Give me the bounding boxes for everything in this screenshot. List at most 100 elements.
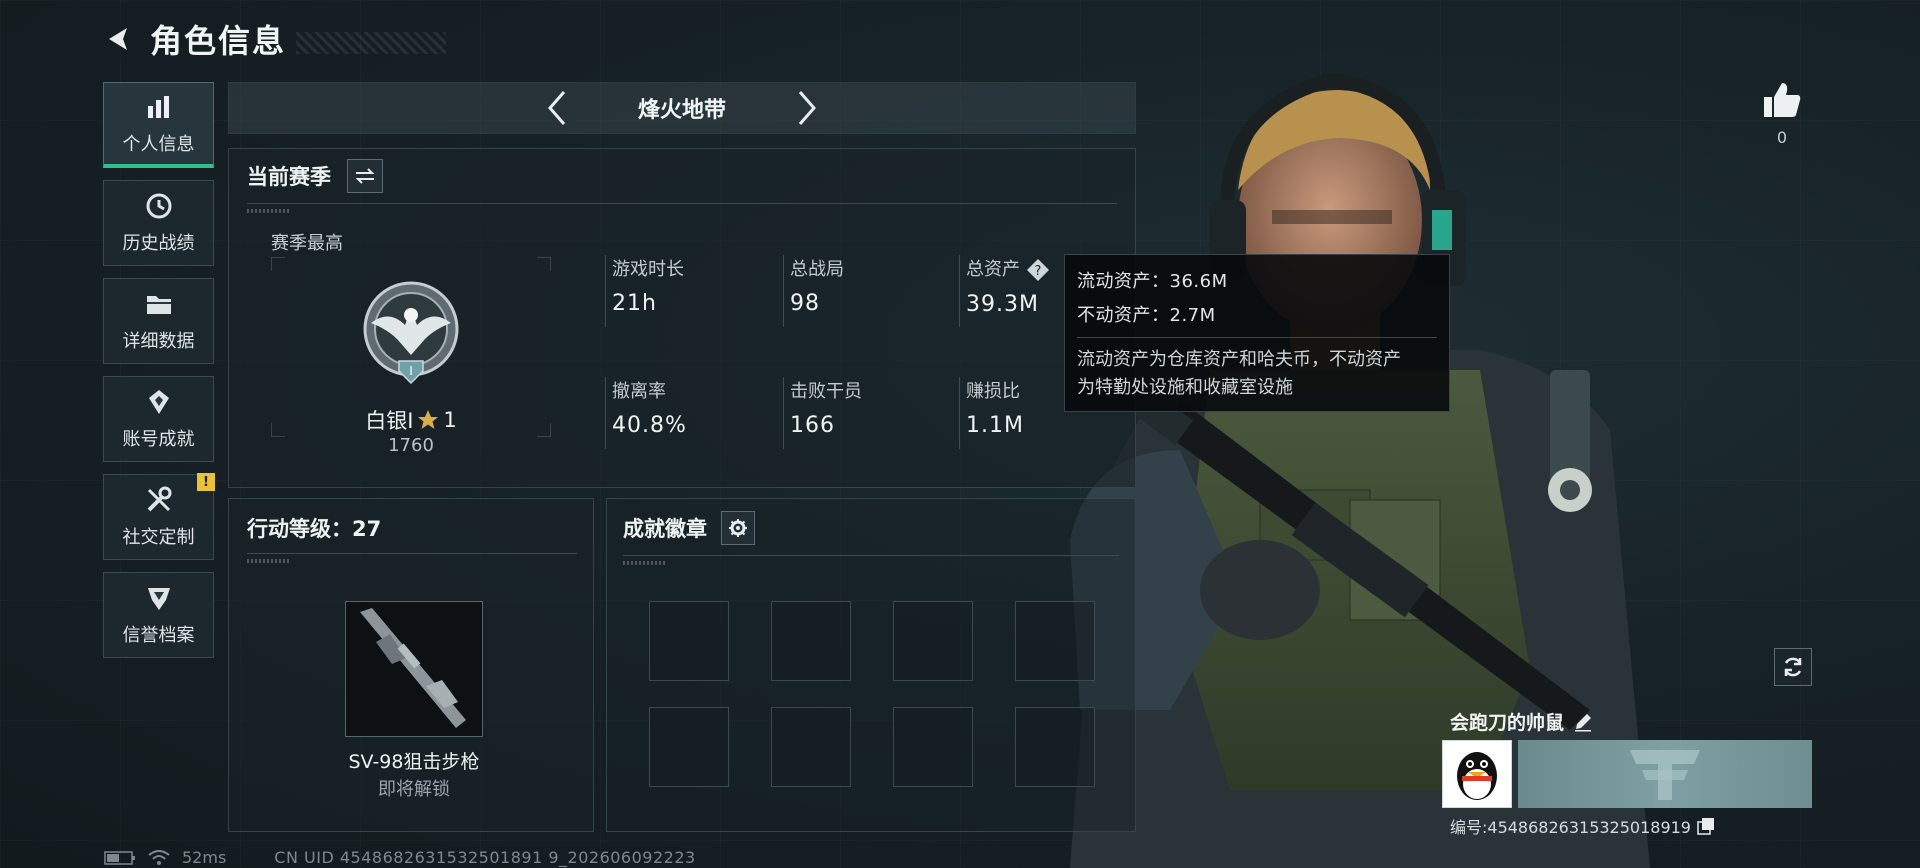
sidebar-item-label: 详细数据 [122,331,195,352]
sidebar-item-label: 社交定制 [122,527,195,548]
swap-icon [355,168,375,184]
sidebar-item-achievements[interactable]: 账号成就 [103,376,214,462]
rank-name-row: 白银I 1 [361,405,461,435]
svg-text:?: ? [1034,264,1041,279]
weapon-reward-card[interactable] [345,601,483,737]
badge-slot[interactable] [1015,601,1095,681]
assets-tooltip: 流动资产：36.6M 不动资产：2.7M 流动资产为仓库资产和哈夫币，不动资产 … [1064,254,1450,412]
refresh-button[interactable] [1774,648,1812,686]
action-level-title: 行动等级：27 [247,517,382,541]
season-title: 当前赛季 [247,165,331,189]
stat-label: 游戏时长 [612,259,684,280]
stat-value: 40.8% [612,413,687,438]
bar-chart-icon [144,92,174,122]
sidebar-item-personal-info[interactable]: 个人信息 [103,82,214,168]
action-level-panel: 行动等级：27 SV-98狙击步枪 即将解锁 [228,498,594,832]
star-icon [418,410,439,429]
tooltip-divider [1077,337,1437,338]
badge-slot[interactable] [1015,707,1095,787]
stat-play-time: 游戏时长 21h [605,255,684,327]
weapon-unlock-status: 即将解锁 [378,779,450,800]
edit-name-button[interactable] [1572,711,1594,733]
copy-icon [1697,818,1714,835]
stat-value: 166 [790,413,835,438]
player-id: 编号:4548682631532501891​9 [1450,818,1691,837]
thumbs-up-icon [1764,83,1801,117]
stat-label: 击败干员 [790,381,862,402]
notification-badge: ! [197,473,215,491]
history-clock-icon [144,191,174,221]
sidebar-item-label: 历史战绩 [122,233,195,254]
pencil-icon [1575,713,1592,731]
hatch-decoration [247,209,291,213]
shield-icon [144,583,174,613]
copy-id-button[interactable] [1697,817,1715,835]
refresh-icon [1784,657,1802,677]
stat-label: 撤离率 [612,381,666,402]
stat-value: 21h [612,291,657,316]
chevron-right-icon [798,91,816,125]
avatar[interactable] [1442,740,1512,808]
badge-slot[interactable] [893,707,973,787]
stat-label: 赚损比 [966,381,1020,402]
section-divider [247,553,577,554]
help-icon[interactable]: ? [1026,258,1050,282]
stat-label: 总资产 [966,259,1020,280]
badge-slot[interactable] [649,601,729,681]
stat-value: 98 [790,291,820,316]
mode-next-button[interactable] [777,82,837,134]
mode-prev-button[interactable] [527,82,587,134]
badges-title: 成就徽章 [623,517,707,541]
folder-icon [144,289,174,319]
sidebar-item-detailed-data[interactable]: 详细数据 [103,278,214,364]
badge-settings-button[interactable] [721,511,755,545]
client-uid: CN UID 4548682631532501891 9_20260609222… [274,848,696,867]
page-title: 角色信息 [150,22,287,60]
weapon-name: SV-98狙击步枪 [348,751,480,773]
achievement-icon [144,387,174,417]
penguin-avatar-icon [1457,752,1497,800]
badge-slot[interactable] [649,707,729,787]
status-bar: 52ms CN UID 4548682631532501891 9_202606… [104,848,696,867]
team-logo-icon [1630,750,1700,800]
hatch-decoration [247,559,291,563]
stat-extraction-rate: 撤离率 40.8% [605,377,687,449]
wifi-icon [148,849,170,865]
stat-label: 总战局 [790,259,844,280]
title-decoration [296,32,447,54]
stat-profit-loss: 赚损比 1.1M [959,377,1024,449]
back-button[interactable] [100,21,136,57]
chevron-left-icon [548,91,566,125]
player-id-row: 编号:4548682631532501891​9 [1450,814,1715,838]
stat-value: 39.3M [966,292,1039,317]
section-divider [623,555,1119,556]
rank-emblem: I [359,279,463,391]
stat-total-matches: 总战局 98 [783,255,844,327]
sidebar-item-label: 账号成就 [122,429,195,450]
rank-stars: 1 [443,408,457,432]
badge-slot[interactable] [771,707,851,787]
player-name-row: 会跑刀的帅鼠 [1450,708,1594,735]
tooltip-description-line2: 为特勤处设施和收藏室设施 [1077,377,1293,398]
like-button[interactable] [1760,78,1804,122]
sniper-rifle-icon [360,608,466,728]
badge-slot[interactable] [771,601,851,681]
sidebar-item-label: 信誉档案 [122,625,195,646]
stat-operators-defeated: 击败干员 166 [783,377,862,449]
mode-name: 烽火地带 [637,98,726,123]
battery-icon [104,850,135,865]
sidebar-item-reputation[interactable]: 信誉档案 [103,572,214,658]
sidebar: 个人信息 历史战绩 详细数据 账号成就 ! 社交定制 信誉档案 [103,82,215,670]
tooltip-fixed-assets: 不动资产：2.7M [1077,305,1216,326]
tooltip-description-line1: 流动资产为仓库资产和哈夫币，不动资产 [1077,349,1401,370]
sidebar-item-social-custom[interactable]: ! 社交定制 [103,473,215,560]
sidebar-item-history[interactable]: 历史战绩 [103,180,214,266]
season-switch-button[interactable] [347,159,383,193]
badge-slot[interactable] [893,601,973,681]
page-header: 角色信息 [100,16,447,62]
hatch-decoration [623,561,667,565]
section-divider [247,203,1117,204]
sidebar-item-label: 个人信息 [122,133,195,155]
player-banner[interactable] [1518,740,1812,808]
ping-value: 52ms [182,848,227,867]
